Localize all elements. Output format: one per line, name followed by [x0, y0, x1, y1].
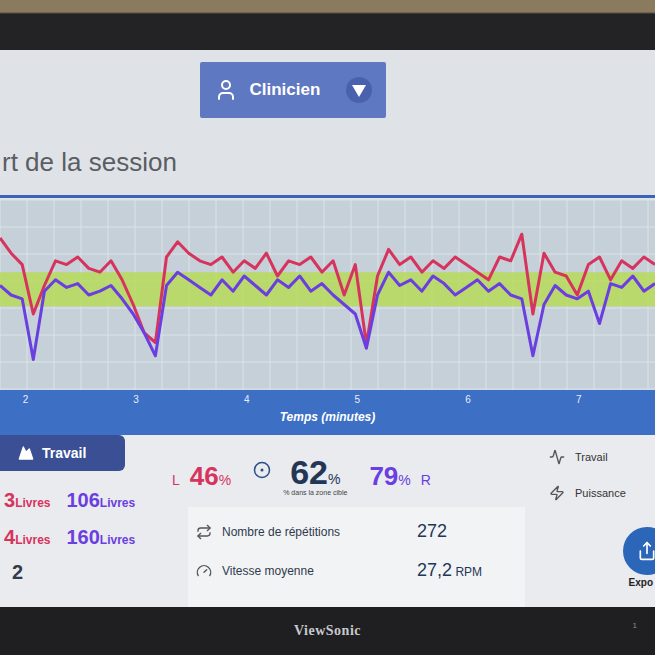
load-value: 4Livres	[4, 526, 50, 549]
export-icon	[637, 541, 655, 561]
metric-row: L46% 62%% dans la zone cible 79%R	[170, 455, 525, 507]
load-footer: 2	[0, 549, 170, 584]
speed-icon	[196, 563, 212, 579]
title-row: rt de la session	[0, 130, 655, 195]
load-value: 106Livres	[66, 489, 135, 512]
photo: Clinicien rt de la session 2 3 4 5 6 7 Temps (mi…	[0, 0, 655, 655]
user-label: Clinicien	[250, 80, 321, 100]
dropdown-icon	[346, 77, 372, 103]
work-icon	[549, 449, 565, 465]
divider	[0, 195, 655, 198]
brand-logo: ViewSonic	[294, 623, 361, 639]
mountain-icon	[18, 445, 34, 461]
stats-box: Nombre de répétitions272 Vitesse moyenne2…	[188, 507, 525, 607]
export: Expo	[549, 527, 655, 588]
work-tab[interactable]: Travail	[0, 435, 125, 471]
bezel-indicator: 1	[633, 621, 637, 630]
load-row: 3Livres 106Livres	[4, 489, 170, 512]
export-label: Expo	[629, 577, 653, 588]
summary-panel: Travail 3Livres 106Livres 4Livres 160Livres2…	[0, 435, 655, 607]
axis-tick: 4	[244, 394, 250, 405]
right-metric: 79%R	[369, 455, 431, 492]
left-metric: L46%	[172, 455, 231, 492]
side-menu-item[interactable]: Puissance	[549, 485, 655, 501]
bottom-bezel: ViewSonic 1	[0, 607, 655, 655]
axis-tick: 7	[576, 394, 582, 405]
stat-row: Nombre de répétitions272	[196, 521, 517, 542]
axis-tick: 6	[465, 394, 471, 405]
load-value: 160Livres	[66, 526, 135, 549]
x-axis: 2 3 4 5 6 7 Temps (minutes)	[0, 390, 655, 435]
screen: Clinicien rt de la session 2 3 4 5 6 7 Temps (mi…	[0, 50, 655, 607]
side-menu: Travail Puissance Expo	[525, 435, 655, 607]
page-title: rt de la session	[0, 147, 177, 178]
target-icon	[253, 461, 271, 479]
user-menu[interactable]: Clinicien	[200, 62, 386, 118]
top-bezel	[0, 0, 655, 50]
user-icon	[214, 78, 238, 102]
load-value: 3Livres	[4, 489, 50, 512]
metrics-column: L46% 62%% dans la zone cible 79%R Nombre de…	[170, 435, 525, 607]
load-row: 4Livres 160Livres	[4, 526, 170, 549]
session-chart	[0, 200, 655, 390]
header: Clinicien	[0, 50, 655, 130]
zone-metric: 62%% dans la zone cible	[253, 455, 347, 496]
load-list: 3Livres 106Livres 4Livres 160Livres	[0, 471, 170, 549]
power-icon	[549, 485, 565, 501]
axis-tick: 2	[23, 394, 29, 405]
stat-row: Vitesse moyenne27,2 RPM	[196, 560, 517, 581]
axis-tick: 3	[133, 394, 139, 405]
export-button[interactable]	[623, 527, 655, 575]
side-menu-item[interactable]: Travail	[549, 449, 655, 465]
series-line	[0, 272, 655, 359]
axis-tick: 5	[355, 394, 361, 405]
repeat-icon	[196, 524, 212, 540]
loads-column: Travail 3Livres 106Livres 4Livres 160Livres2	[0, 435, 170, 607]
axis-label: Temps (minutes)	[0, 410, 655, 424]
